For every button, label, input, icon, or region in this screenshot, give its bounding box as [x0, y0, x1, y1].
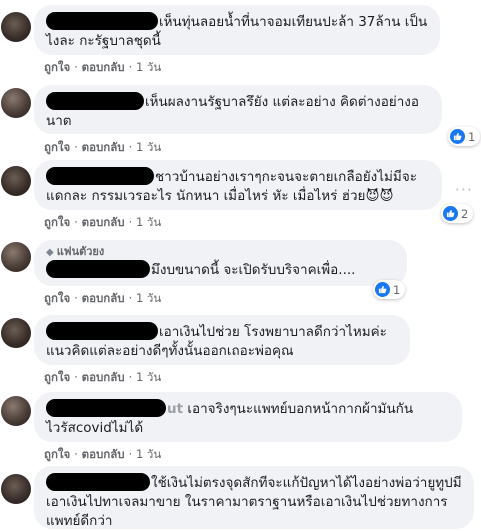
thumbs-up-icon — [375, 282, 390, 297]
avatar[interactable] — [1, 88, 31, 118]
like-link[interactable]: ถูกใจ — [44, 60, 70, 74]
reply-link[interactable]: ตอบกลับ — [82, 60, 125, 74]
avatar[interactable] — [1, 474, 31, 504]
comment-text: มึงบขนาดนี้ จะเปิดรับบริจาคเพื่อ.... — [151, 262, 356, 278]
reaction-count: 1 — [393, 282, 401, 297]
author-name-tail[interactable]: ut — [167, 401, 183, 417]
reply-link[interactable]: ตอบกลับ — [82, 215, 125, 229]
comment-actions: ถูกใจ · ตอบกลับ · 1 วัน — [44, 140, 162, 154]
like-link[interactable]: ถูกใจ — [44, 140, 70, 154]
top-fan-badge: ◆ แฟนตัวยง — [46, 245, 105, 258]
comment-bubble: ใช้เงินไม่ตรงจุดสักทีจะแก้ปัญหาได้ไงอย่า… — [34, 466, 474, 529]
timestamp[interactable]: 1 วัน — [136, 291, 161, 305]
redacted-author-name[interactable] — [46, 322, 158, 340]
comment-bubble: ut เอาจริงๆนะแพทย์บอกหน้ากากผ้ามันกันไวร… — [34, 392, 462, 442]
reaction-summary[interactable]: 1 — [373, 280, 406, 299]
comment-actions: ถูกใจ · ตอบกลับ · 1 วัน — [44, 291, 162, 305]
avatar[interactable] — [1, 12, 31, 42]
reaction-count: 1 — [468, 129, 476, 144]
timestamp[interactable]: 1 วัน — [136, 60, 161, 74]
like-link[interactable]: ถูกใจ — [44, 370, 70, 384]
like-link[interactable]: ถูกใจ — [44, 215, 70, 229]
comment-bubble: เอาเงินไปช่วย โรงพยาบาลดีกว่าไหมค่ะแนวคิ… — [34, 315, 410, 365]
redacted-author-name[interactable] — [46, 473, 150, 491]
comment-bubble: เห็นผลงานรัฐบาลรึยัง แต่ละอย่าง คิดต่างอ… — [34, 85, 442, 134]
avatar[interactable] — [1, 318, 31, 348]
comment-actions: ถูกใจ · ตอบกลับ · 1 วัน — [44, 370, 162, 384]
comment-bubble: เห็นทุ่นลอยน้ำที่นาจอมเทียนปะล้า 37ล้าน … — [34, 5, 440, 55]
reply-link[interactable]: ตอบกลับ — [82, 140, 125, 154]
reply-link[interactable]: ตอบกลับ — [82, 291, 125, 305]
avatar[interactable] — [1, 242, 31, 272]
timestamp[interactable]: 1 วัน — [136, 447, 161, 461]
diamond-icon: ◆ — [46, 247, 54, 258]
more-options-icon[interactable]: ··· — [455, 180, 473, 199]
thumbs-up-icon — [450, 129, 465, 144]
redacted-author-name[interactable] — [46, 167, 154, 185]
like-link[interactable]: ถูกใจ — [44, 447, 70, 461]
avatar[interactable] — [1, 396, 31, 426]
avatar[interactable] — [1, 166, 31, 196]
reply-link[interactable]: ตอบกลับ — [82, 370, 125, 384]
reply-link[interactable]: ตอบกลับ — [82, 447, 125, 461]
timestamp[interactable]: 1 วัน — [136, 140, 161, 154]
reaction-count: 2 — [461, 206, 469, 221]
like-link[interactable]: ถูกใจ — [44, 291, 70, 305]
redacted-author-name[interactable] — [46, 92, 144, 110]
reaction-summary[interactable]: 1 — [448, 127, 481, 146]
redacted-author-name[interactable] — [46, 12, 158, 30]
redacted-author-name[interactable] — [46, 260, 150, 278]
comment-actions: ถูกใจ · ตอบกลับ · 1 วัน — [44, 447, 162, 461]
comment-actions: ถูกใจ · ตอบกลับ · 1 วัน — [44, 215, 162, 229]
comment-bubble: ชาวบ้านอย่างเราๆกะจนจะตายเกลือยังไม่มีจะ… — [34, 160, 442, 210]
redacted-author-name[interactable] — [46, 399, 166, 417]
comment-actions: ถูกใจ · ตอบกลับ · 1 วัน — [44, 60, 162, 74]
reaction-summary[interactable]: 2 — [441, 204, 474, 223]
timestamp[interactable]: 1 วัน — [136, 215, 161, 229]
thumbs-up-icon — [443, 206, 458, 221]
timestamp[interactable]: 1 วัน — [136, 370, 161, 384]
comment-bubble: ◆ แฟนตัวยง มึงบขนาดนี้ จะเปิดรับบริจาคเพื… — [34, 240, 407, 286]
